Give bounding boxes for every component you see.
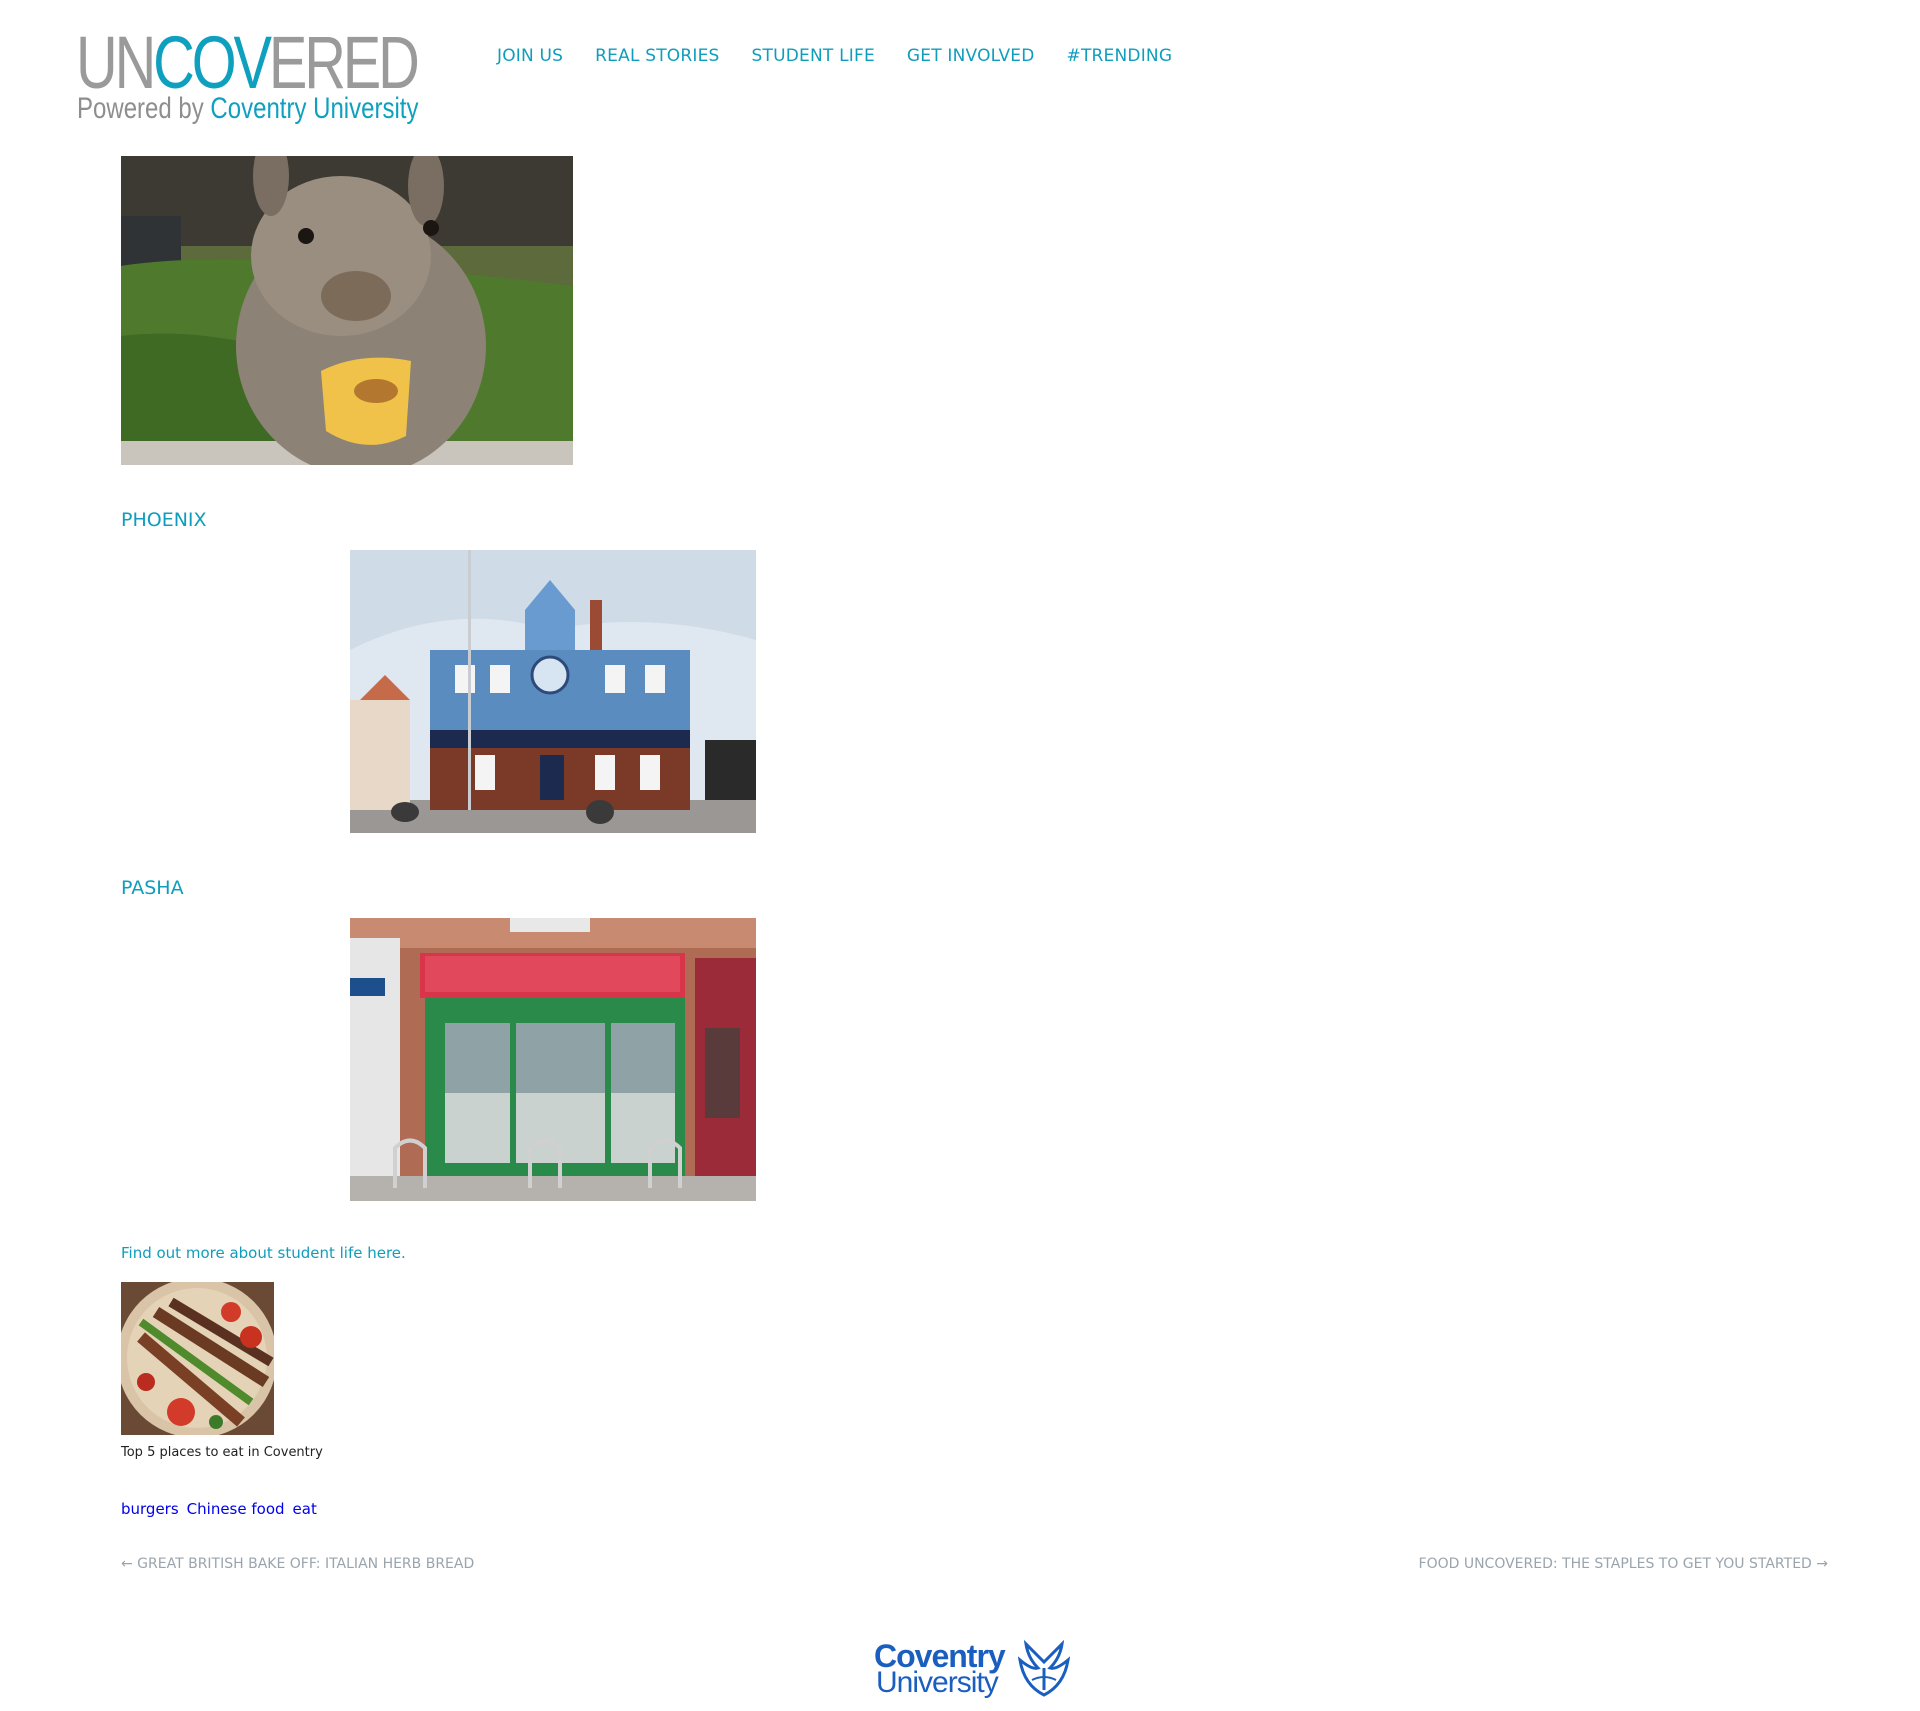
squirrel-photo — [121, 156, 573, 465]
tag-list: burgers Chinese food eat — [121, 1500, 317, 1518]
section-heading-pasha: PASHA — [121, 877, 184, 899]
tag-link[interactable]: eat — [293, 1500, 317, 1518]
pasha-restaurant-photo — [350, 918, 756, 1201]
find-out-more-link[interactable]: Find out more about student life here. — [121, 1244, 406, 1262]
nav-trending[interactable]: #TRENDING — [1067, 46, 1173, 66]
tag-link[interactable]: Chinese food — [187, 1500, 285, 1518]
logo-tagline: Powered by Coventry University — [77, 92, 419, 125]
section-heading-phoenix: PHOENIX — [121, 509, 207, 531]
nav-get-involved[interactable]: GET INVOLVED — [907, 46, 1035, 66]
site-logo[interactable]: UNCOVERED Powered by Coventry University — [76, 21, 420, 132]
nav-student-life[interactable]: STUDENT LIFE — [752, 46, 875, 66]
nav-join-us[interactable]: JOIN US — [497, 46, 563, 66]
phoenix-pub-photo — [350, 550, 756, 833]
phoenix-emblem-icon — [1017, 1640, 1071, 1697]
related-post-thumbnail[interactable] — [121, 1282, 274, 1435]
logo-wordmark: UNCOVERED — [76, 21, 420, 104]
next-post-link[interactable]: FOOD UNCOVERED: THE STAPLES TO GET YOU S… — [1419, 1556, 1828, 1572]
main-nav: JOIN US REAL STORIES STUDENT LIFE GET IN… — [497, 46, 1204, 66]
footer-logo-line2: University — [876, 1666, 999, 1699]
tag-link[interactable]: burgers — [121, 1500, 179, 1518]
nav-real-stories[interactable]: REAL STORIES — [595, 46, 719, 66]
related-post-caption: Top 5 places to eat in Coventry — [121, 1445, 323, 1460]
coventry-university-footer-logo[interactable]: Coventry University — [874, 1640, 1074, 1700]
previous-post-link[interactable]: ← GREAT BRITISH BAKE OFF: ITALIAN HERB B… — [121, 1556, 474, 1572]
